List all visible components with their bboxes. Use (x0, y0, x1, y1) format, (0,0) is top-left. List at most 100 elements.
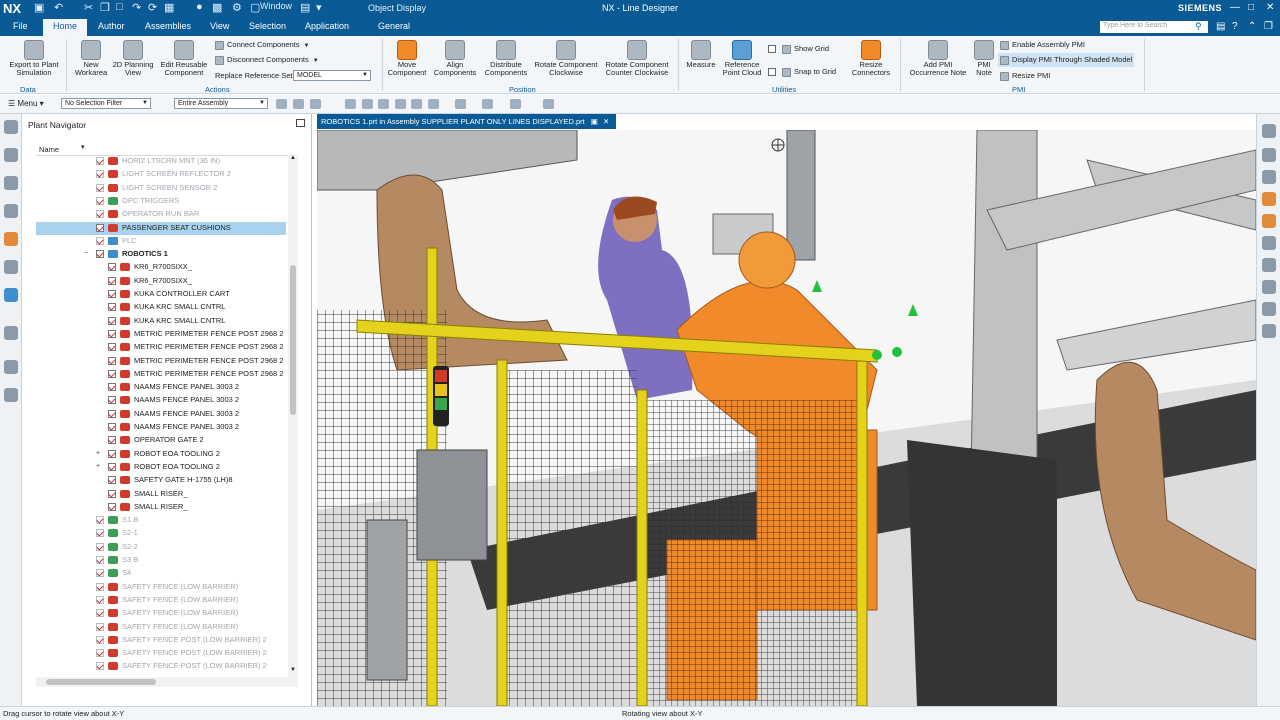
tree-row[interactable]: S2-2 (36, 541, 286, 554)
collapse-toggle-icon[interactable]: − (84, 248, 88, 260)
copy-icon[interactable]: ❐ (100, 1, 110, 14)
close-tab-icon[interactable]: ✕ (603, 117, 609, 126)
switch-window-icon[interactable]: ▤ (300, 1, 310, 14)
tree-row[interactable]: SAFETY GATE H-1755 (LH)8 (36, 474, 286, 487)
restore-icon[interactable]: ▣ (591, 117, 598, 126)
maximize-panel-icon[interactable] (296, 119, 305, 127)
tree-row[interactable]: − ROBOTICS 1 (36, 248, 286, 261)
tab-selection[interactable]: Selection (249, 21, 286, 31)
wireframe-icon[interactable] (395, 99, 406, 109)
tab-view[interactable]: View (210, 21, 229, 31)
help-icon[interactable]: ? (1232, 21, 1238, 32)
paste-icon[interactable]: □ (116, 1, 123, 13)
cut-icon[interactable]: ✂ (84, 1, 93, 14)
move-component-button[interactable]: Move Component (386, 40, 428, 77)
planning-view-button[interactable]: 2D Planning View (112, 40, 154, 77)
visibility-checkbox[interactable] (96, 556, 104, 564)
tree-row[interactable]: S1 B (36, 514, 286, 527)
tree-row[interactable]: OPERATOR RUN BAR (36, 208, 286, 221)
scrollbar-thumb[interactable] (46, 679, 156, 685)
contextual-tab-object-display[interactable]: Object Display (368, 3, 426, 13)
snap-grid-checkbox[interactable]: Snap to Grid (768, 67, 836, 77)
tree-row[interactable]: + ROBOT EOA TOOLING 2 (36, 461, 286, 474)
select-icon[interactable] (276, 99, 287, 109)
expand-toggle-icon[interactable]: + (96, 448, 100, 460)
tree-row[interactable]: SAFETY FENCE (LOW BARRIER) (36, 594, 286, 607)
reference-set-select[interactable]: MODEL ▼ (293, 70, 371, 81)
visibility-checkbox[interactable] (108, 476, 116, 485)
tree-row[interactable]: SAFETY FENCE POST (LOW BARRIER) 2 (36, 647, 286, 660)
scroll-down-icon[interactable]: ▼ (290, 667, 296, 673)
tree-row[interactable]: METRIC PERIMETER FENCE POST 2968 2 (36, 355, 286, 368)
visibility-checkbox[interactable] (96, 516, 104, 525)
visibility-checkbox[interactable] (96, 236, 104, 245)
connect-components-button[interactable]: Connect Components ▼ (215, 40, 310, 50)
hd3d-icon[interactable] (4, 260, 18, 274)
orange-part-icon[interactable] (1262, 214, 1276, 228)
constraint-navigator-icon[interactable] (4, 204, 18, 218)
menu-button[interactable]: ☰ Menu ▾ (8, 99, 44, 108)
visibility-checkbox[interactable] (96, 529, 104, 538)
graphics-window[interactable] (317, 130, 1256, 706)
tab-home[interactable]: Home (43, 19, 88, 36)
export-simulation-button[interactable]: Export to Plant Simulation (6, 40, 62, 77)
expand-toggle-icon[interactable]: + (96, 461, 100, 473)
visibility-checkbox[interactable] (108, 436, 116, 445)
display-icon[interactable] (1262, 258, 1276, 272)
section-icon[interactable] (428, 99, 439, 109)
tree-row[interactable]: LIGHT SCREEN SENSOR 2 (36, 182, 286, 195)
plant-navigator-icon[interactable] (4, 288, 18, 302)
vertical-scrollbar[interactable]: ▲ ▼ (288, 155, 298, 677)
visibility-checkbox[interactable] (108, 263, 116, 272)
scroll-up-icon[interactable]: ▲ (290, 155, 296, 161)
resize-pmi-button[interactable]: Resize PMI (1000, 71, 1050, 81)
tree-row[interactable]: METRIC PERIMETER FENCE POST 2968 2 (36, 368, 286, 381)
tree-row[interactable]: KR6_R700SIXX_ (36, 275, 286, 288)
close-button[interactable]: ✕ (1266, 2, 1274, 13)
history-icon[interactable] (4, 360, 18, 374)
tree-row[interactable]: S3 B (36, 554, 286, 567)
layers-icon[interactable] (1262, 148, 1276, 162)
distribute-components-button[interactable]: Distribute Components (482, 40, 530, 77)
show-grid-checkbox[interactable]: Show Grid (768, 44, 829, 54)
tree-row[interactable]: KUKA KRC SMALL CNTRL (36, 315, 286, 328)
tree-row[interactable]: S4 (36, 567, 286, 580)
visibility-checkbox[interactable] (108, 423, 116, 431)
edit-reusable-component-button[interactable]: Edit Reusable Component (158, 40, 210, 77)
tree-row[interactable]: OPC TRIGGERS (36, 195, 286, 208)
tree-row[interactable]: LIGHT SCREEN REFLECTOR 2 (36, 168, 286, 181)
zoom-icon[interactable] (362, 99, 373, 109)
mic-icon[interactable]: ● (196, 1, 203, 13)
disconnect-components-button[interactable]: Disconnect Components ▼ (215, 55, 319, 65)
visibility-checkbox[interactable] (96, 582, 104, 591)
settings-icon[interactable] (4, 120, 18, 134)
filter-icon[interactable] (293, 99, 304, 109)
visibility-checkbox[interactable] (108, 502, 116, 511)
layout-icon[interactable]: ▩ (212, 1, 222, 14)
rotate-counterclockwise-button[interactable]: Rotate Component Counter Clockwise (602, 40, 672, 77)
tab-author[interactable]: Author (98, 21, 125, 31)
tree-row[interactable]: SAFETY FENCE (LOW BARRIER) (36, 607, 286, 620)
visibility-checkbox[interactable] (96, 157, 104, 165)
maximize-button[interactable]: □ (1248, 2, 1254, 13)
pmi-note-button[interactable]: PMI Note (972, 40, 996, 77)
tab-assemblies[interactable]: Assemblies (145, 21, 191, 31)
tree-row[interactable]: SAFETY FENCE (LOW BARRIER) (36, 621, 286, 634)
tree-row[interactable]: KR6_R700SIXX_ (36, 261, 286, 274)
search-icon[interactable]: ⚲ (1195, 21, 1202, 32)
visibility-checkbox[interactable] (108, 290, 116, 298)
show-hide-icon[interactable] (510, 99, 521, 109)
visibility-checkbox[interactable] (96, 210, 104, 219)
visibility-checkbox[interactable] (96, 649, 104, 658)
orientation-triad-icon[interactable] (771, 138, 785, 152)
visibility-checkbox[interactable] (108, 343, 116, 352)
tab-general[interactable]: General (378, 21, 410, 31)
layer-icon[interactable] (482, 99, 493, 109)
visibility-checkbox[interactable] (96, 183, 104, 192)
visibility-checkbox[interactable] (96, 542, 104, 551)
visibility-checkbox[interactable] (108, 303, 116, 312)
web-browser-icon[interactable] (4, 326, 18, 340)
touch-mode-icon[interactable]: ▦ (164, 1, 174, 14)
tree-row[interactable]: SAFETY FENCE POST (LOW BARRIER) 2 (36, 660, 286, 673)
search-input[interactable]: Type Here to Search (1100, 21, 1208, 33)
